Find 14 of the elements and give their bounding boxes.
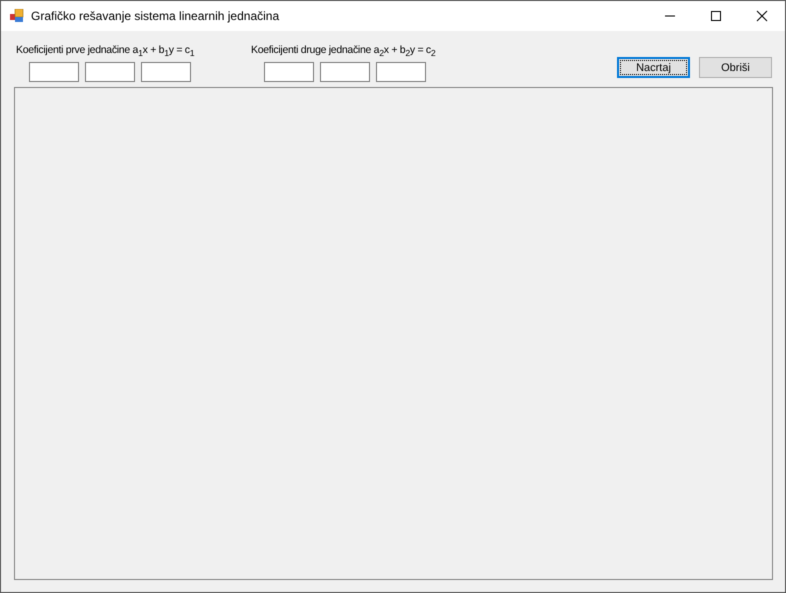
action-button[interactable]: Obriši (699, 57, 772, 78)
coefficient-field[interactable] (376, 62, 426, 82)
maximize-icon[interactable] (710, 10, 722, 22)
window-title: Grafičko rešavanje sistema linearnih jednačina (31, 9, 280, 23)
close-icon[interactable] (756, 10, 768, 22)
coefficient-field[interactable] (85, 62, 135, 82)
coefficient-field[interactable] (264, 62, 314, 82)
coefficient-field[interactable] (141, 62, 191, 82)
coefficient-field[interactable] (29, 62, 79, 82)
action-button[interactable]: Nacrtaj (617, 57, 690, 78)
coefficient-field[interactable] (320, 62, 370, 82)
equation-label: Koeficijenti prve jednačine a$_{1}$x + b$_{1}$y = c$_{1}$ (16, 43, 196, 60)
app-icon (10, 9, 24, 23)
equation-label: Koeficijenti druge jednačine a$_{2}$x + b$_{2}$y = c$_{2}$ (251, 43, 436, 60)
